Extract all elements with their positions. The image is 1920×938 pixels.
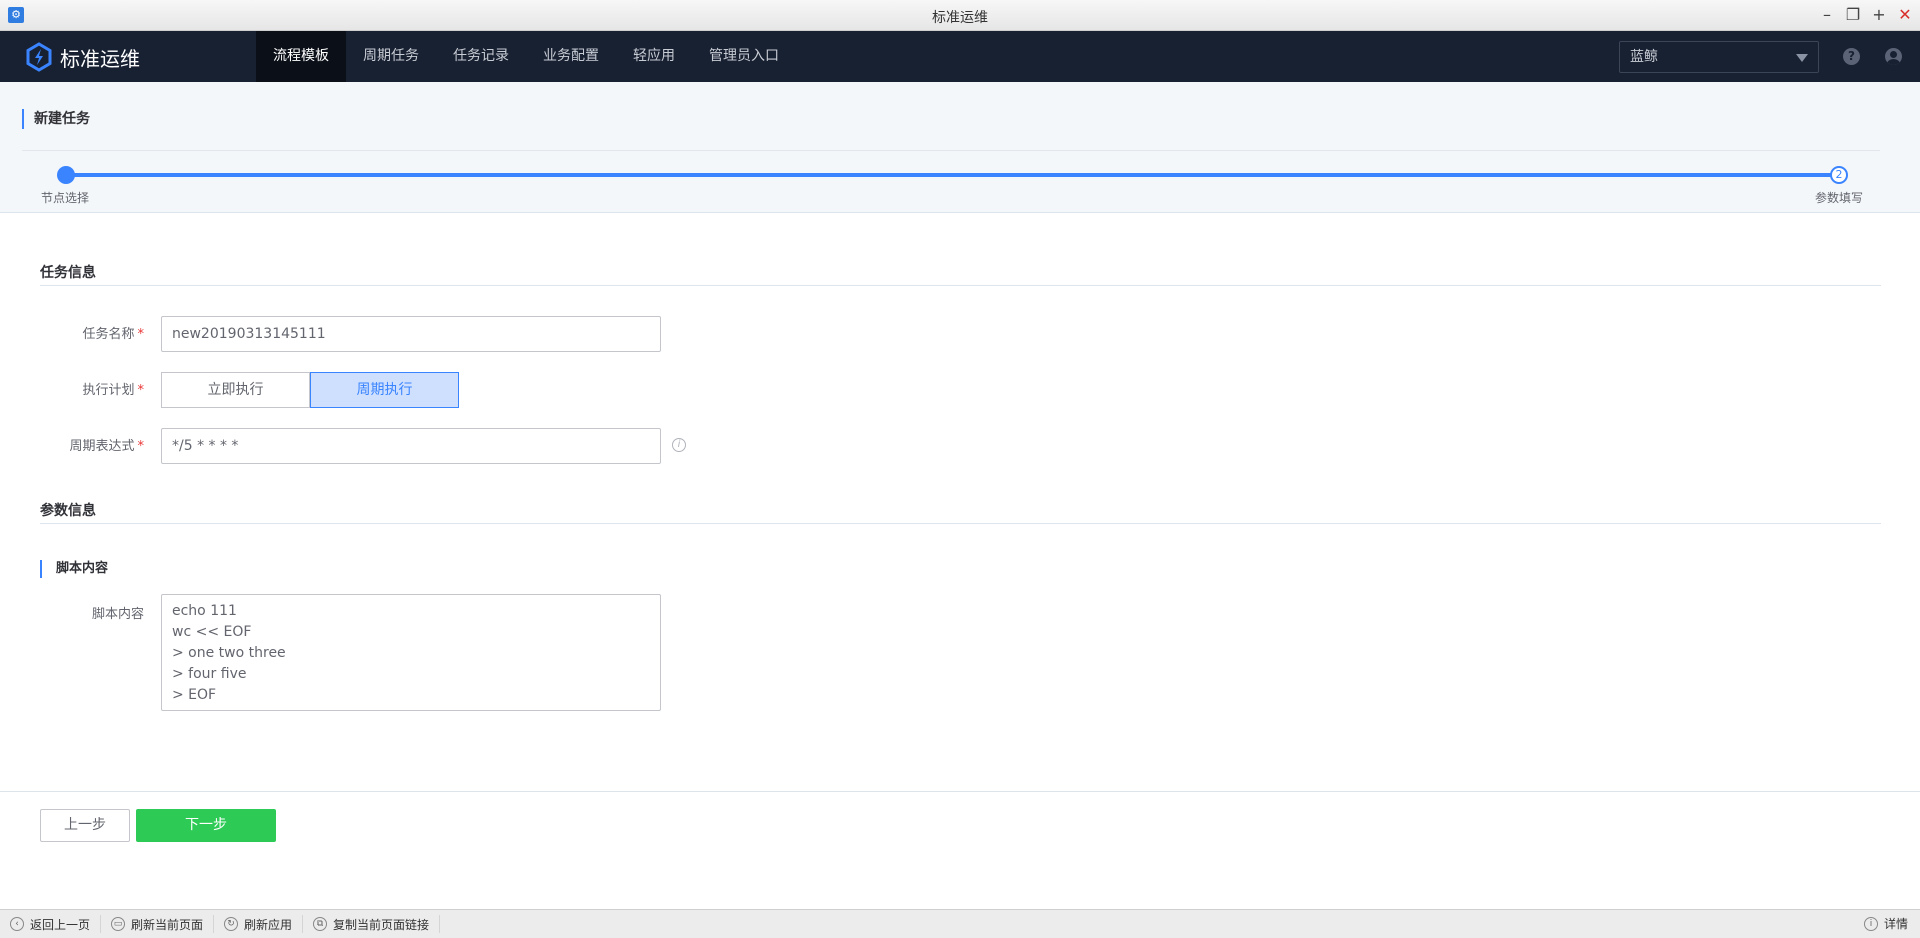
required-mark: *: [137, 383, 145, 398]
page-header: 新建任务 2 节点选择 参数填写: [0, 82, 1920, 213]
nav-item-task-records[interactable]: 任务记录: [436, 31, 526, 82]
step-1-dot[interactable]: [57, 166, 75, 184]
task-name-input[interactable]: new20190313145111: [161, 316, 661, 352]
param-info-title: 参数信息: [40, 503, 96, 519]
copy-link-button[interactable]: ⧉ 复制当前页面链接: [303, 915, 441, 933]
nav-item-light-apps[interactable]: 轻应用: [616, 31, 692, 82]
task-info-title: 任务信息: [40, 265, 96, 281]
logo-icon: [26, 42, 52, 72]
page-icon: ▭: [111, 917, 126, 931]
page-title: 新建任务: [22, 109, 90, 129]
business-select-value: 蓝鲸: [1630, 49, 1658, 65]
copy-icon: ⧉: [313, 917, 328, 931]
step-2-dot[interactable]: 2: [1830, 166, 1848, 184]
details-button[interactable]: i 详情: [1863, 915, 1908, 932]
logo[interactable]: 标准运维: [24, 42, 140, 72]
previous-step-button[interactable]: 上一步: [40, 809, 130, 842]
info-icon[interactable]: i: [672, 438, 686, 452]
chevron-down-icon: [1796, 54, 1808, 62]
task-name-label-text: 任务名称: [82, 327, 135, 342]
go-back-label: 返回上一页: [30, 917, 91, 932]
script-line: > one two three: [172, 645, 286, 661]
info-icon: i: [1863, 916, 1878, 931]
close-icon[interactable]: ✕: [1896, 5, 1914, 25]
required-mark: *: [137, 439, 145, 454]
window-controls: – ❐ + ✕: [1818, 5, 1914, 25]
main-menu: 流程模板 周期任务 任务记录 业务配置 轻应用 管理员入口: [256, 31, 796, 82]
footer-divider: [0, 791, 1920, 792]
nav-item-process-templates[interactable]: 流程模板: [256, 31, 346, 82]
execution-plan-toggle: 立即执行 周期执行: [161, 372, 459, 408]
nav-item-business-config[interactable]: 业务配置: [526, 31, 616, 82]
script-content-label: 脚本内容: [91, 607, 144, 622]
refresh-page-label: 刷新当前页面: [131, 917, 204, 932]
periodic-execute-button[interactable]: 周期执行: [310, 372, 459, 408]
window-title: 标准运维: [932, 10, 988, 26]
minimize-icon[interactable]: –: [1818, 5, 1836, 25]
next-step-button[interactable]: 下一步: [136, 809, 276, 842]
copy-link-label: 复制当前页面链接: [333, 917, 430, 932]
header-divider: [22, 150, 1880, 151]
script-content-textarea[interactable]: echo 111 wc << EOF > one two three > fou…: [161, 594, 661, 711]
window-title-bar: ⚙ 标准运维 – ❐ + ✕: [0, 0, 1920, 31]
script-line: wc << EOF: [172, 624, 252, 640]
step-progress-track: [66, 173, 1839, 177]
script-line: > EOF: [172, 687, 217, 703]
execution-plan-label: 执行计划 *: [40, 379, 144, 398]
refresh-page-button[interactable]: ▭ 刷新当前页面: [101, 915, 215, 933]
maximize-icon[interactable]: +: [1870, 5, 1888, 25]
refresh-icon: ↻: [224, 917, 239, 931]
status-bar: ‹ 返回上一页 ▭ 刷新当前页面 ↻ 刷新应用 ⧉ 复制当前页面链接 i 详情: [0, 909, 1920, 938]
details-label: 详情: [1883, 917, 1908, 931]
nav-item-admin[interactable]: 管理员入口: [692, 31, 796, 82]
step-1-label: 节点选择: [41, 191, 90, 205]
help-icon[interactable]: ?: [1843, 48, 1860, 65]
business-select[interactable]: 蓝鲸: [1619, 41, 1819, 73]
refresh-app-button[interactable]: ↻ 刷新应用: [214, 915, 304, 933]
logo-text: 标准运维: [60, 46, 140, 71]
restore-icon[interactable]: ❐: [1844, 5, 1862, 25]
cron-expression-label: 周期表达式 *: [40, 435, 144, 454]
required-mark: *: [137, 327, 145, 342]
go-back-button[interactable]: ‹ 返回上一页: [0, 915, 102, 933]
execution-plan-label-text: 执行计划: [82, 383, 135, 398]
back-icon: ‹: [10, 917, 24, 931]
cron-expression-input[interactable]: */5 * * * *: [161, 428, 661, 464]
nav-item-periodic-tasks[interactable]: 周期任务: [346, 31, 436, 82]
refresh-app-label: 刷新应用: [244, 917, 293, 932]
step-2-label: 参数填写: [1815, 191, 1864, 205]
param-info-divider: [40, 523, 1881, 524]
script-group-title: 脚本内容: [40, 560, 108, 578]
task-info-divider: [40, 285, 1881, 286]
task-name-label: 任务名称 *: [40, 323, 144, 342]
execute-now-button[interactable]: 立即执行: [161, 372, 310, 408]
user-avatar-icon[interactable]: [1885, 48, 1902, 65]
script-line: > four five: [172, 666, 247, 682]
top-navigation: 标准运维 流程模板 周期任务 任务记录 业务配置 轻应用 管理员入口 蓝鲸 ?: [0, 31, 1920, 82]
cron-expression-label-text: 周期表达式: [69, 439, 135, 454]
script-line: echo 111: [172, 603, 237, 619]
